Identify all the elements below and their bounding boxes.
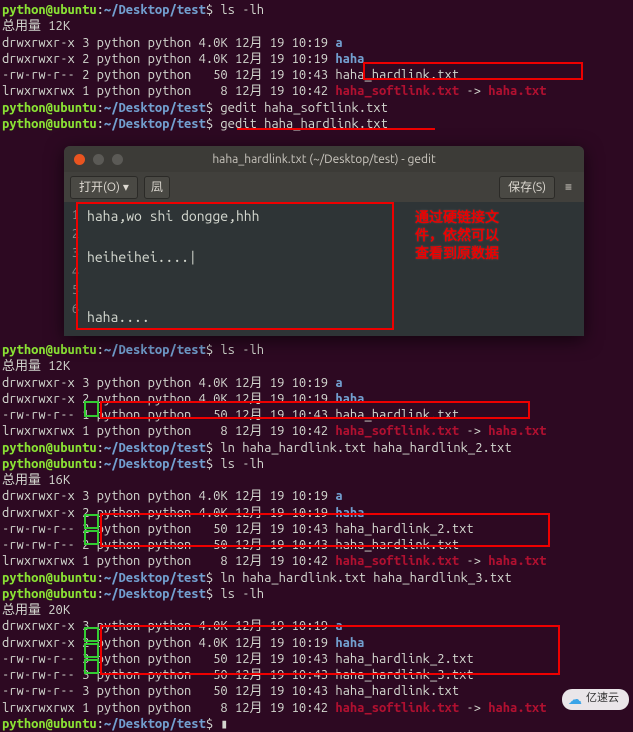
ls-row-hard3a: -rw-rw-r-- 3 python python 50 12月 19 10:… [2, 651, 631, 667]
editor-line [87, 226, 578, 246]
editor-line [87, 267, 578, 287]
new-doc-icon: 凨 [151, 180, 163, 194]
cloud-icon: ☁ [568, 691, 582, 709]
ls-row-soft: lrwxrwxrwx 1 python python 8 12月 19 10:4… [2, 700, 631, 716]
prompt-line[interactable]: python@ubuntu:~/Desktop/test$ ls -lh [2, 2, 631, 18]
hamburger-icon[interactable]: ≡ [559, 180, 578, 195]
total-line: 总用量 12K [2, 18, 631, 34]
gedit-window: haha_hardlink.txt (~/Desktop/test) - ged… [64, 146, 584, 336]
ls-row-hard2a: -rw-rw-r-- 2 python python 50 12月 19 10:… [2, 521, 631, 537]
ls-row-soft: lrwxrwxrwx 1 python python 8 12月 19 10:4… [2, 553, 631, 569]
editor-line: haha.... [87, 307, 578, 327]
save-button[interactable]: 保存(S) [499, 176, 555, 199]
prompt-line[interactable]: python@ubuntu:~/Desktop/test$ ln haha_ha… [2, 440, 631, 456]
open-button[interactable]: 打开(O)▾ [70, 176, 138, 199]
total-line: 总用量 16K [2, 472, 631, 488]
editor-line [87, 287, 578, 307]
gedit-toolbar: 打开(O)▾ 凨 保存(S) ≡ [64, 172, 584, 202]
editor-line: haha,wo shi dongge,hhh [87, 206, 578, 226]
prompt-line[interactable]: python@ubuntu:~/Desktop/test$ ▮ [2, 716, 631, 732]
total-line: 总用量 20K [2, 602, 631, 618]
ls-row-hard3b: -rw-rw-r-- 3 python python 50 12月 19 10:… [2, 667, 631, 683]
total-line: 总用量 12K [2, 358, 631, 374]
ls-row: drwxrwxr-x 2 python python 4.0K 12月 19 1… [2, 505, 631, 521]
gedit-titlebar[interactable]: haha_hardlink.txt (~/Desktop/test) - ged… [64, 146, 584, 172]
ls-row: drwxrwxr-x 3 python python 4.0K 12月 19 1… [2, 488, 631, 504]
ls-row-hard2b: -rw-rw-r-- 2 python python 50 12月 19 10:… [2, 537, 631, 553]
prompt-line[interactable]: python@ubuntu:~/Desktop/test$ gedit haha… [2, 100, 631, 116]
new-tab-button[interactable]: 凨 [144, 176, 170, 199]
gedit-title: haha_hardlink.txt (~/Desktop/test) - ged… [64, 152, 584, 167]
ls-row-haha: drwxrwxr-x 2 python python 4.0K 12月 19 1… [2, 51, 631, 67]
editor-content[interactable]: haha,wo shi dongge,hhh heiheihei....| ha… [82, 202, 584, 336]
ls-row-soft: lrwxrwxrwx 1 python python 8 12月 19 10:4… [2, 423, 631, 439]
prompt-line[interactable]: python@ubuntu:~/Desktop/test$ ls -lh [2, 586, 631, 602]
prompt-line[interactable]: python@ubuntu:~/Desktop/test$ ls -lh [2, 342, 631, 358]
prompt-line[interactable]: python@ubuntu:~/Desktop/test$ ln haha_ha… [2, 570, 631, 586]
ls-row-a: drwxrwxr-x 3 python python 4.0K 12月 19 1… [2, 35, 631, 51]
ls-row: drwxrwxr-x 2 python python 4.0K 12月 19 1… [2, 635, 631, 651]
gedit-editor[interactable]: 123456 haha,wo shi dongge,hhh heiheihei.… [64, 202, 584, 336]
ls-row: drwxrwxr-x 3 python python 4.0K 12月 19 1… [2, 375, 631, 391]
ls-row-hard3c: -rw-rw-r-- 3 python python 50 12月 19 10:… [2, 683, 631, 699]
prompt-line[interactable]: python@ubuntu:~/Desktop/test$ ls -lh [2, 456, 631, 472]
watermark: ☁ 亿速云 [562, 689, 629, 711]
underline-gedit-hard [237, 128, 435, 130]
editor-line: heiheihei....| [87, 247, 578, 267]
chevron-down-icon: ▾ [123, 180, 129, 195]
ls-row: drwxrwxr-x 3 python python 4.0K 12月 19 1… [2, 618, 631, 634]
ls-row-softlink: lrwxrwxrwx 1 python python 8 12月 19 10:4… [2, 83, 631, 99]
ls-row-hard1: -rw-rw-r-- 1 python python 50 12月 19 10:… [2, 407, 631, 423]
line-gutter: 123456 [64, 202, 82, 336]
ls-row: drwxrwxr-x 2 python python 4.0K 12月 19 1… [2, 391, 631, 407]
ls-row-hardlink: -rw-rw-r-- 2 python python 50 12月 19 10:… [2, 67, 631, 83]
